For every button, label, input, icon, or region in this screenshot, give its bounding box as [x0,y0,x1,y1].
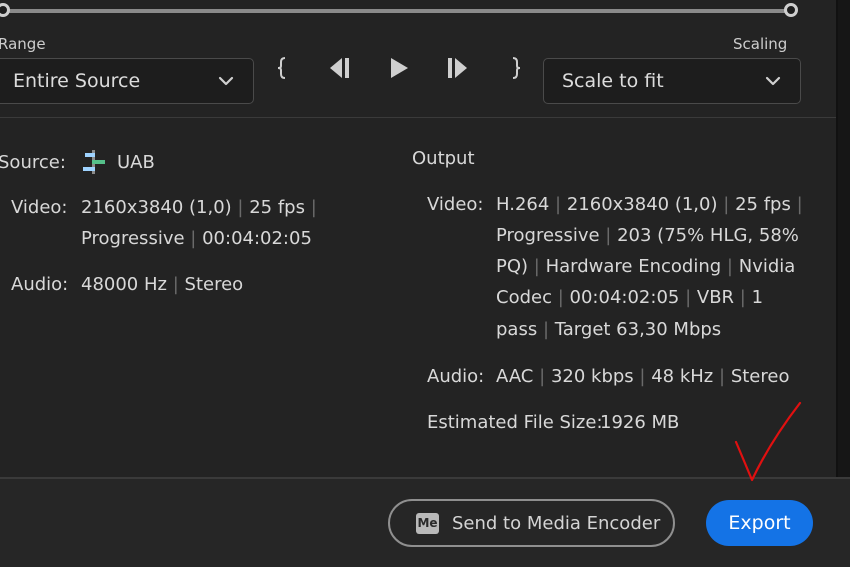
source-name: UAB [117,152,155,173]
source-label: Source: [0,152,66,173]
step-back-icon [330,58,349,78]
file-size-label: Estimated File Size: [427,412,603,433]
step-forward-icon [448,58,467,78]
source-scan: Progressive [81,228,185,249]
source-fps: 25 fps [249,197,305,218]
play-button[interactable] [385,54,413,82]
scaling-value: Scale to fit [562,70,664,92]
step-back-button[interactable] [323,54,355,82]
output-audio-label: Audio: [427,366,485,387]
source-video-line2: Progressive | 00:04:02:05 [81,228,312,249]
out-point-handle[interactable] [784,3,798,17]
output-video-line5: pass | Target 63,30 Mbps [496,319,722,340]
mark-in-button[interactable] [272,56,292,80]
mark-out-button[interactable] [506,56,526,80]
file-size-value: 1926 MB [600,412,680,433]
scaling-label: Scaling [733,35,788,53]
source-audio-label: Audio: [11,274,69,295]
source-samplerate: 48000 Hz [81,274,167,295]
range-dropdown[interactable]: Entire Source [0,58,254,104]
output-video-line1: H.264 | 2160x3840 (1,0) | 25 fps | [496,194,803,215]
source-resolution: 2160x3840 (1,0) [81,197,232,218]
chevron-down-icon [765,76,781,86]
source-video-line1: 2160x3840 (1,0) | 25 fps | [81,197,317,218]
play-icon [391,58,408,78]
mark-out-icon [512,57,521,79]
red-checkmark-annotation [734,401,802,482]
source-duration: 00:04:02:05 [202,228,312,249]
send-to-media-encoder-button[interactable]: Me Send to Media Encoder [388,499,675,547]
send-to-media-encoder-label: Send to Media Encoder [452,512,661,534]
output-audio-line: AAC | 320 kbps | 48 kHz | Stereo [496,366,790,387]
panel-divider-vertical [836,0,838,480]
footer-divider [0,477,850,479]
source-channels: Stereo [184,274,244,295]
in-point-handle[interactable] [0,3,10,17]
output-video-label: Video: [427,194,484,215]
output-video-line2: Progressive | 203 (75% HLG, 58% [496,225,799,246]
timeline-scrubber-track[interactable] [4,9,792,13]
media-encoder-icon: Me [416,512,439,534]
section-divider [0,117,836,118]
range-value: Entire Source [13,70,141,92]
scaling-dropdown[interactable]: Scale to fit [543,58,801,104]
range-label: Range [0,35,46,53]
step-forward-button[interactable] [442,54,474,82]
chevron-down-icon [218,76,234,86]
mark-in-icon [277,57,286,79]
export-button[interactable]: Export [706,500,813,546]
source-video-label: Video: [11,197,68,218]
sequence-icon [83,150,105,174]
output-video-line3: PQ) | Hardware Encoding | Nvidia [496,256,796,277]
source-audio-line: 48000 Hz | Stereo [81,274,244,295]
output-heading: Output [412,148,475,169]
output-video-line4: Codec | 00:04:02:05 | VBR | 1 [496,287,764,308]
